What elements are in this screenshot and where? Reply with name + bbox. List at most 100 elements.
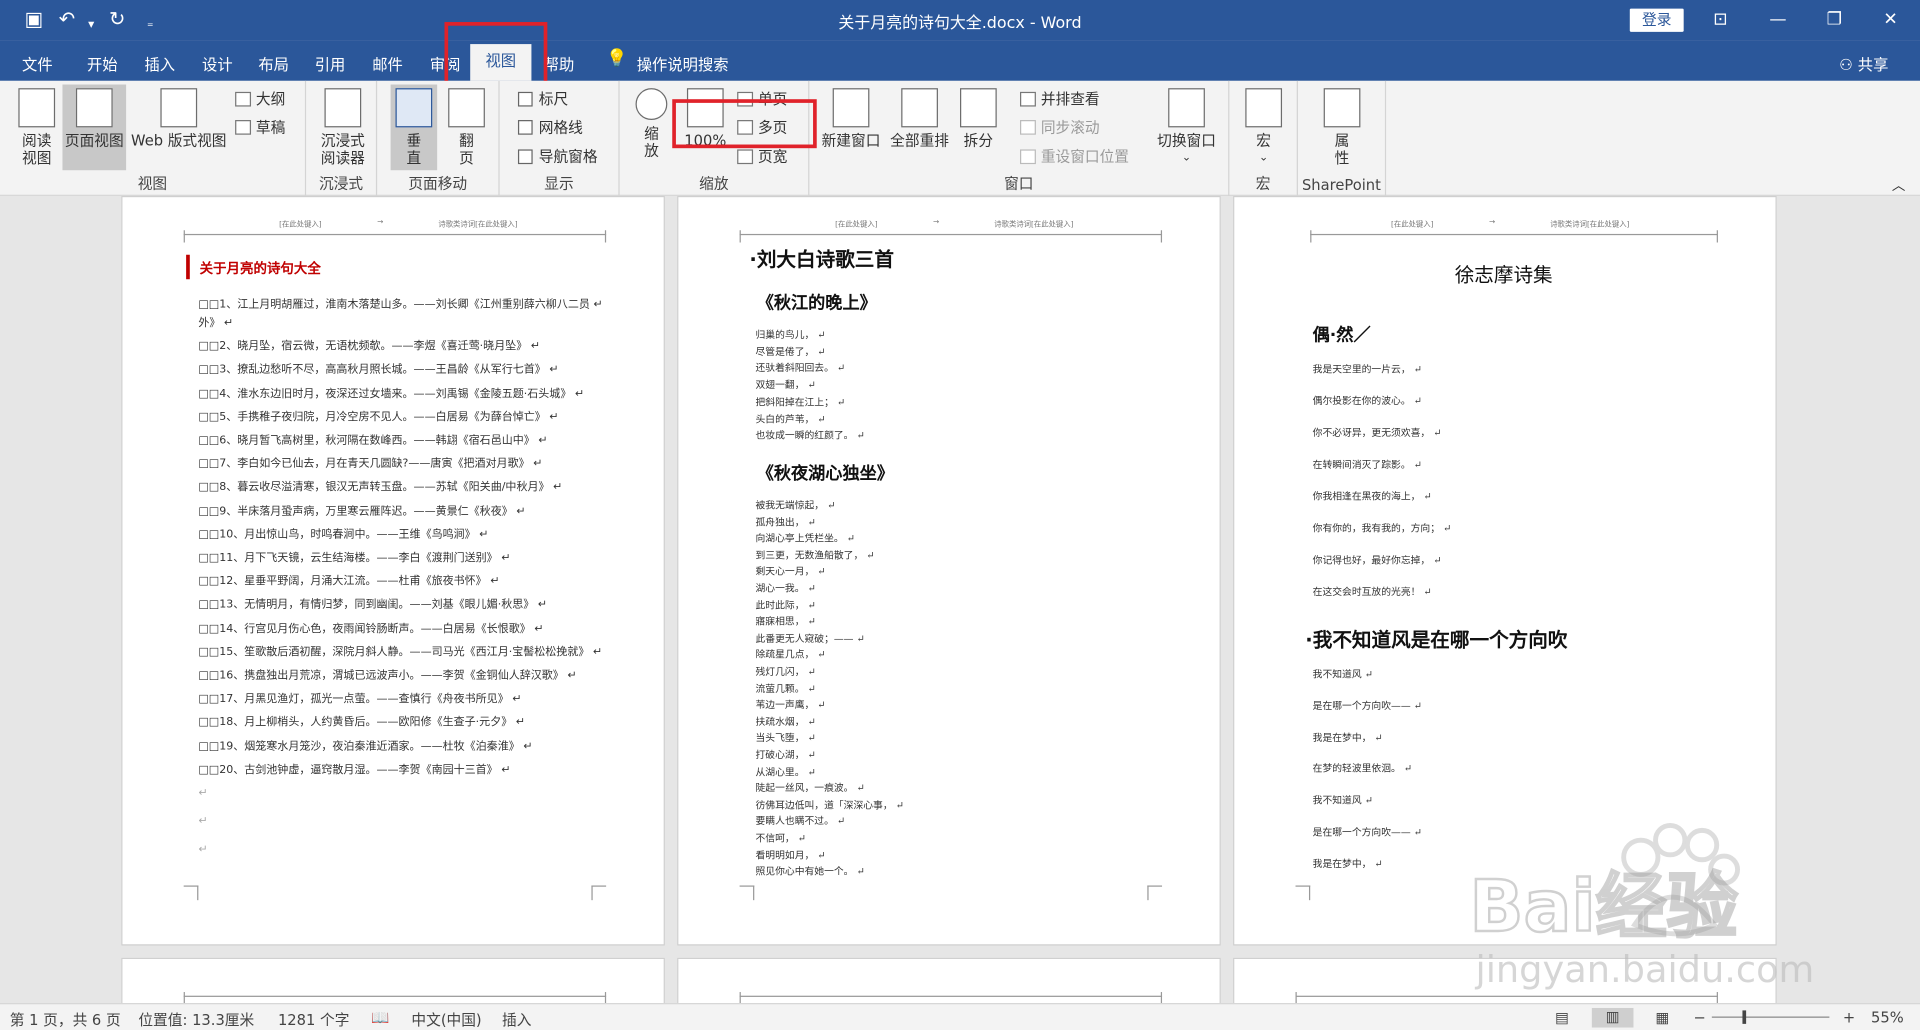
- one-page-button[interactable]: 单页: [737, 89, 787, 109]
- page-count[interactable]: 第 1 页，共 6 页: [10, 1009, 121, 1030]
- page-5[interactable]: [677, 957, 1221, 1004]
- tab-review[interactable]: 审阅: [430, 51, 461, 74]
- paragraph-mark: ↵: [198, 843, 208, 857]
- switch-windows-dropdown-icon: ⌄: [1181, 151, 1192, 165]
- switch-windows-icon: [1168, 88, 1205, 128]
- multiple-pages-button[interactable]: 多页: [737, 118, 787, 138]
- group-label-macros: 宏: [1255, 175, 1271, 193]
- page-4[interactable]: [121, 957, 665, 1004]
- arrange-all-label: 全部重排: [890, 132, 949, 150]
- switch-windows-button[interactable]: 切换窗口 ⌄: [1152, 88, 1221, 166]
- reset-window-icon: [1020, 149, 1036, 165]
- ribbon-display-icon[interactable]: ⊡: [1706, 5, 1735, 34]
- ribbon: 阅读 视图 页面视图 Web 版式视图 大纲 草稿 视图 沉浸式 阅读器 沉浸式…: [0, 80, 1920, 196]
- vertical-icon: [395, 88, 433, 128]
- language[interactable]: 中文(中国): [411, 1009, 481, 1030]
- print-layout-button[interactable]: 页面视图: [62, 84, 127, 171]
- proofing-icon[interactable]: 📖: [371, 1009, 389, 1026]
- zoom-in-button[interactable]: +: [1843, 1009, 1855, 1026]
- insert-mode[interactable]: 插入: [502, 1009, 531, 1030]
- new-window-button[interactable]: 新建窗口: [819, 88, 883, 149]
- immersive-reader-button[interactable]: 沉浸式 阅读器: [316, 88, 370, 167]
- collapse-ribbon-icon[interactable]: ︿: [1892, 176, 1905, 196]
- poem-line: 头白的芦苇， ↵: [755, 413, 826, 425]
- zoom-slider[interactable]: [1711, 1016, 1830, 1018]
- page-6[interactable]: [1233, 957, 1777, 1004]
- tell-me-search[interactable]: 操作说明搜索: [637, 51, 729, 74]
- zoom-slider-thumb[interactable]: [1742, 1010, 1747, 1024]
- tab-file[interactable]: 文件: [22, 51, 53, 74]
- tab-home[interactable]: 开始: [87, 51, 118, 74]
- nav-pane-label: 导航窗格: [538, 148, 598, 166]
- immersive-reader-icon: [324, 88, 362, 128]
- poem-line: □□19、烟笼寒水月笼沙，夜泊秦淮近酒家。——杜牧《泊秦淮》 ↵: [198, 740, 533, 753]
- poem-line: 我不知道风 ↵: [1312, 795, 1373, 807]
- share-button[interactable]: ⚇ 共享: [1839, 51, 1888, 74]
- draft-button[interactable]: 草稿: [235, 118, 285, 138]
- poem-line: 当头飞堕， ↵: [755, 732, 816, 744]
- poem-title: 《秋江的晚上》: [756, 293, 877, 314]
- signin-button[interactable]: 登录: [1629, 8, 1684, 32]
- reset-window-button[interactable]: 重设窗口位置: [1020, 147, 1129, 167]
- poem-line: 此时此际， ↵: [755, 599, 816, 611]
- poem-line: □□4、淮水东边旧时月，夜深还过女墙来。——刘禹锡《金陵五题·石头城》 ↵: [198, 387, 585, 400]
- side-by-side-button[interactable]: 并排查看: [1020, 89, 1100, 109]
- poem-line: □□3、撩乱边愁听不尽，高高秋月照长城。——王昌龄《从军行七首》 ↵: [198, 364, 559, 377]
- macros-button[interactable]: 宏 ⌄: [1244, 88, 1283, 166]
- page-width-button[interactable]: 页宽: [737, 147, 787, 167]
- vertical-position[interactable]: 位置值: 13.3厘米: [138, 1009, 254, 1030]
- tab-mailings[interactable]: 邮件: [372, 51, 403, 74]
- tab-help[interactable]: 帮助: [544, 51, 575, 74]
- sync-scroll-button[interactable]: 同步滚动: [1020, 118, 1100, 138]
- poem-line: 也妆成一瞬的红颜了。 ↵: [755, 430, 865, 442]
- maximize-button[interactable]: ❐: [1820, 5, 1849, 34]
- outline-button[interactable]: 大纲: [235, 89, 285, 109]
- poem-line: 归巢的鸟儿， ↵: [755, 329, 826, 341]
- web-layout-button[interactable]: Web 版式视图: [127, 88, 230, 149]
- tab-design[interactable]: 设计: [202, 51, 233, 74]
- status-bar: 第 1 页，共 6 页 位置值: 13.3厘米 1281 个字 📖 中文(中国)…: [0, 1003, 1920, 1030]
- arrange-all-button[interactable]: 全部重排: [888, 88, 952, 149]
- read-mode-icon[interactable]: ▤: [1555, 1009, 1569, 1026]
- gridlines-checkbox[interactable]: 网格线: [517, 118, 583, 138]
- web-layout-icon[interactable]: ▦: [1656, 1009, 1670, 1026]
- split-button[interactable]: 拆分: [959, 88, 998, 149]
- multiple-pages-icon: [737, 120, 754, 135]
- tab-insert[interactable]: 插入: [144, 51, 175, 74]
- page-1[interactable]: [在此处键入] → 诗歌类诗词[在此处键入] 关于月亮的诗句大全 □□1、江上月…: [121, 195, 665, 946]
- ruler-checkbox[interactable]: 标尺: [517, 89, 568, 109]
- poem-line: 你记得也好，最好你忘掉， ↵: [1312, 554, 1442, 566]
- page-3[interactable]: [在此处键入] → 诗歌类诗词[在此处键入] 徐志摩诗集 偶·然／ 我是天空里的…: [1233, 195, 1777, 946]
- poem-line: 扶疏水烟， ↵: [755, 716, 816, 728]
- tab-references[interactable]: 引用: [315, 51, 346, 74]
- tab-layout[interactable]: 布局: [258, 51, 289, 74]
- web-layout-icon: [160, 88, 198, 128]
- close-button[interactable]: ✕: [1876, 5, 1905, 34]
- poem-line: □□14、行宫见月伤心色，夜雨闻铃肠断声。——白居易《长恨歌》 ↵: [198, 622, 544, 636]
- outline-icon: [235, 91, 252, 107]
- zoom-level[interactable]: 55%: [1871, 1009, 1904, 1026]
- zoom-out-button[interactable]: −: [1693, 1009, 1705, 1026]
- header-arrow: →: [1488, 218, 1496, 227]
- properties-button[interactable]: 属 性: [1322, 88, 1361, 167]
- sync-scroll-label: 同步滚动: [1040, 118, 1100, 136]
- zoom-button[interactable]: 缩 放: [629, 88, 673, 159]
- nav-pane-checkbox[interactable]: 导航窗格: [517, 147, 598, 167]
- word-count[interactable]: 1281 个字: [278, 1009, 349, 1030]
- minimize-button[interactable]: —: [1763, 5, 1792, 34]
- side-to-side-button[interactable]: 翻 页: [444, 88, 488, 167]
- read-mode-label: 阅读 视图: [22, 132, 52, 167]
- poem-line: 我不知道风 ↵: [1312, 668, 1373, 680]
- page-2[interactable]: [在此处键入] → 诗歌类诗词[在此处键入] ·刘大白诗歌三首 《秋江的晚上》 …: [677, 195, 1221, 946]
- outline-label: 大纲: [255, 90, 286, 108]
- tab-view[interactable]: 视图: [470, 44, 532, 81]
- zoom-100-button[interactable]: 100%: [681, 88, 730, 149]
- read-mode-button[interactable]: 阅读 视图: [12, 88, 61, 167]
- vertical-button[interactable]: 垂 直: [390, 84, 438, 171]
- document-area[interactable]: [在此处键入] → 诗歌类诗词[在此处键入] 关于月亮的诗句大全 □□1、江上月…: [0, 195, 1920, 1004]
- header-left-text: [在此处键入]: [835, 220, 878, 230]
- print-layout-icon[interactable]: ▥: [1591, 1007, 1634, 1028]
- poem-line: 在转瞬间消灭了踪影。 ↵: [1312, 459, 1422, 471]
- header-mid-text: 诗歌类诗词[在此处键入]: [994, 220, 1074, 230]
- poem-line: 把斜阳掉在江上； ↵: [755, 396, 846, 408]
